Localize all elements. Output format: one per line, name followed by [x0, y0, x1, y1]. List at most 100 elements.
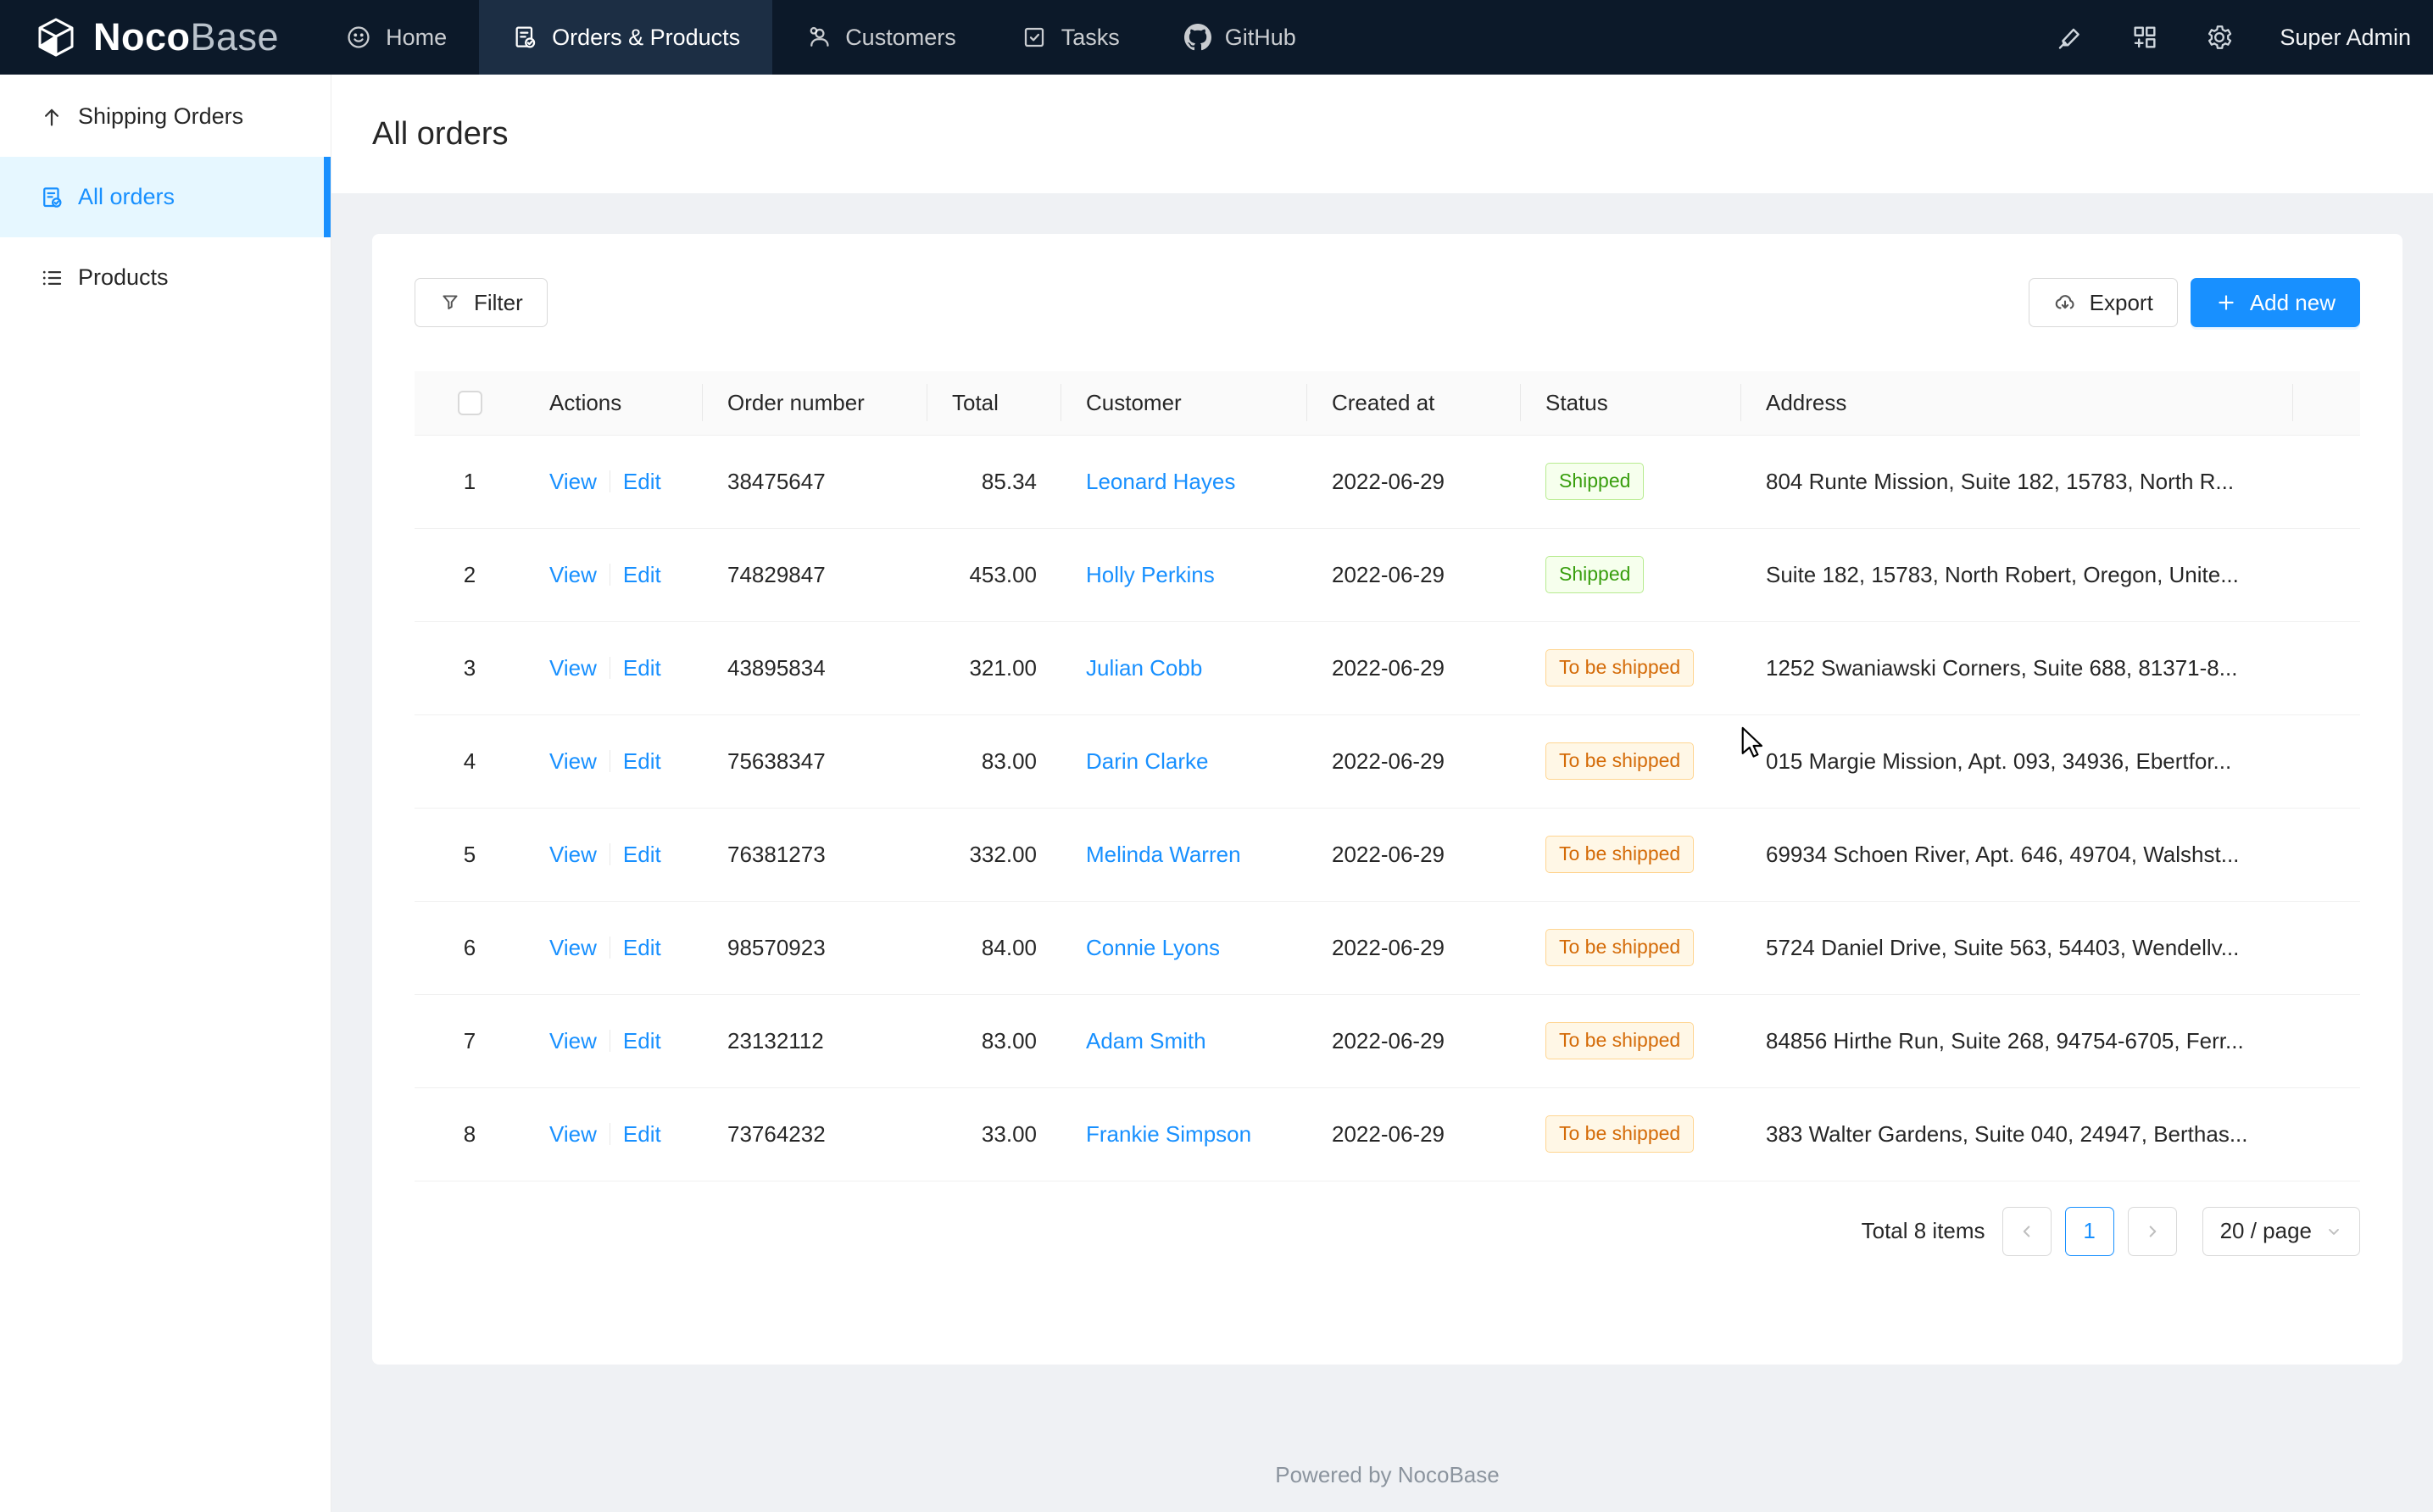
nav-item-tasks[interactable]: Tasks [988, 0, 1152, 75]
created-at-cell: 2022-06-29 [1307, 901, 1521, 994]
main-area: All orders Filter [331, 75, 2433, 1512]
row-index: 5 [415, 808, 525, 901]
view-link[interactable]: View [549, 842, 597, 868]
address-cell: 5724 Daniel Drive, Suite 563, 54403, Wen… [1741, 901, 2293, 994]
add-new-button[interactable]: Add new [2191, 278, 2360, 327]
pagination-page-1[interactable]: 1 [2065, 1207, 2114, 1256]
customer-link[interactable]: Adam Smith [1086, 1028, 1206, 1053]
pagination-total: Total 8 items [1862, 1218, 1985, 1244]
view-link[interactable]: View [549, 1028, 597, 1054]
export-button[interactable]: Export [2029, 278, 2178, 327]
customer-link[interactable]: Julian Cobb [1086, 655, 1202, 681]
table-row: 2 View Edit 74829847 453.00 Holly Perkin… [415, 528, 2360, 621]
footer-text: Powered by NocoBase [372, 1428, 2402, 1512]
row-index: 2 [415, 528, 525, 621]
nav-item-github[interactable]: GitHub [1152, 0, 1328, 75]
created-at-cell: 2022-06-29 [1307, 808, 1521, 901]
edit-link[interactable]: Edit [623, 1028, 661, 1054]
created-at-cell: 2022-06-29 [1307, 714, 1521, 808]
edit-link[interactable]: Edit [623, 655, 661, 681]
column-header-total: Total [927, 371, 1061, 435]
orders-table: Actions Order number Total Customer Crea… [415, 371, 2360, 1181]
created-at-cell: 2022-06-29 [1307, 621, 1521, 714]
select-all-checkbox[interactable] [458, 391, 482, 415]
total-cell: 332.00 [927, 808, 1061, 901]
orders-card: Filter Export [372, 234, 2402, 1365]
row-index: 8 [415, 1087, 525, 1181]
pagination-next-button[interactable] [2128, 1207, 2177, 1256]
pagination-prev-button[interactable] [2002, 1207, 2052, 1256]
created-at-cell: 2022-06-29 [1307, 528, 1521, 621]
edit-link[interactable]: Edit [623, 469, 661, 495]
file-check-icon [39, 185, 64, 210]
column-header-created-at: Created at [1307, 371, 1521, 435]
address-cell: 383 Walter Gardens, Suite 040, 24947, Be… [1741, 1087, 2293, 1181]
sidebar-item-all-orders[interactable]: All orders [0, 157, 331, 237]
address-cell: 69934 Schoen River, Apt. 646, 49704, Wal… [1741, 808, 2293, 901]
chevron-left-icon [2018, 1222, 2036, 1241]
table-row: 3 View Edit 43895834 321.00 Julian Cobb … [415, 621, 2360, 714]
order-number-cell: 98570923 [703, 901, 927, 994]
smile-icon [345, 24, 372, 51]
cloud-download-icon [2053, 291, 2077, 314]
order-number-cell: 74829847 [703, 528, 927, 621]
edit-link[interactable]: Edit [623, 935, 661, 961]
user-menu[interactable]: Super Admin [2280, 25, 2411, 51]
view-link[interactable]: View [549, 469, 597, 495]
column-header-customer: Customer [1061, 371, 1307, 435]
row-index: 7 [415, 994, 525, 1087]
view-link[interactable]: View [549, 562, 597, 588]
status-badge: To be shipped [1545, 929, 1694, 965]
total-cell: 83.00 [927, 714, 1061, 808]
customer-link[interactable]: Melinda Warren [1086, 842, 1241, 867]
sidebar: Shipping Orders All orders [0, 75, 331, 1512]
nocobase-logo[interactable]: NocoBase [34, 15, 279, 59]
view-link[interactable]: View [549, 935, 597, 961]
highlighter-icon[interactable] [2056, 23, 2085, 52]
customer-link[interactable]: Darin Clarke [1086, 748, 1209, 774]
blocks-add-icon[interactable] [2130, 23, 2159, 52]
check-square-icon [1021, 24, 1048, 51]
sidebar-item-products[interactable]: Products [0, 237, 331, 318]
table-row: 7 View Edit 23132112 83.00 Adam Smith 20… [415, 994, 2360, 1087]
edit-link[interactable]: Edit [623, 562, 661, 588]
order-number-cell: 73764232 [703, 1087, 927, 1181]
nav-item-customers[interactable]: Customers [772, 0, 988, 75]
status-badge: To be shipped [1545, 649, 1694, 686]
order-number-cell: 76381273 [703, 808, 927, 901]
customers-icon [805, 24, 832, 51]
gear-icon[interactable] [2205, 23, 2234, 52]
chevron-down-icon [2325, 1223, 2342, 1240]
table-row: 4 View Edit 75638347 83.00 Darin Clarke … [415, 714, 2360, 808]
filter-button[interactable]: Filter [415, 278, 548, 327]
view-link[interactable]: View [549, 655, 597, 681]
row-index: 1 [415, 435, 525, 528]
order-number-cell: 43895834 [703, 621, 927, 714]
nav-item-home[interactable]: Home [313, 0, 479, 75]
edit-link[interactable]: Edit [623, 748, 661, 775]
sidebar-item-shipping-orders[interactable]: Shipping Orders [0, 76, 331, 157]
created-at-cell: 2022-06-29 [1307, 994, 1521, 1087]
nav-item-orders-products[interactable]: Orders & Products [479, 0, 772, 75]
total-cell: 83.00 [927, 994, 1061, 1087]
customer-link[interactable]: Leonard Hayes [1086, 469, 1235, 494]
row-index: 6 [415, 901, 525, 994]
address-cell: 804 Runte Mission, Suite 182, 15783, Nor… [1741, 435, 2293, 528]
order-number-cell: 23132112 [703, 994, 927, 1087]
column-header-spacer [2293, 371, 2360, 435]
customer-link[interactable]: Holly Perkins [1086, 562, 1215, 587]
table-row: 5 View Edit 76381273 332.00 Melinda Warr… [415, 808, 2360, 901]
status-badge: To be shipped [1545, 1115, 1694, 1152]
customer-link[interactable]: Frankie Simpson [1086, 1121, 1251, 1147]
edit-link[interactable]: Edit [623, 1121, 661, 1148]
table-header-row: Actions Order number Total Customer Crea… [415, 371, 2360, 435]
page-size-select[interactable]: 20 / page [2202, 1207, 2360, 1256]
order-number-cell: 38475647 [703, 435, 927, 528]
view-link[interactable]: View [549, 748, 597, 775]
customer-link[interactable]: Connie Lyons [1086, 935, 1220, 960]
total-cell: 321.00 [927, 621, 1061, 714]
address-cell: 84856 Hirthe Run, Suite 268, 94754-6705,… [1741, 994, 2293, 1087]
view-link[interactable]: View [549, 1121, 597, 1148]
edit-link[interactable]: Edit [623, 842, 661, 868]
row-index: 3 [415, 621, 525, 714]
